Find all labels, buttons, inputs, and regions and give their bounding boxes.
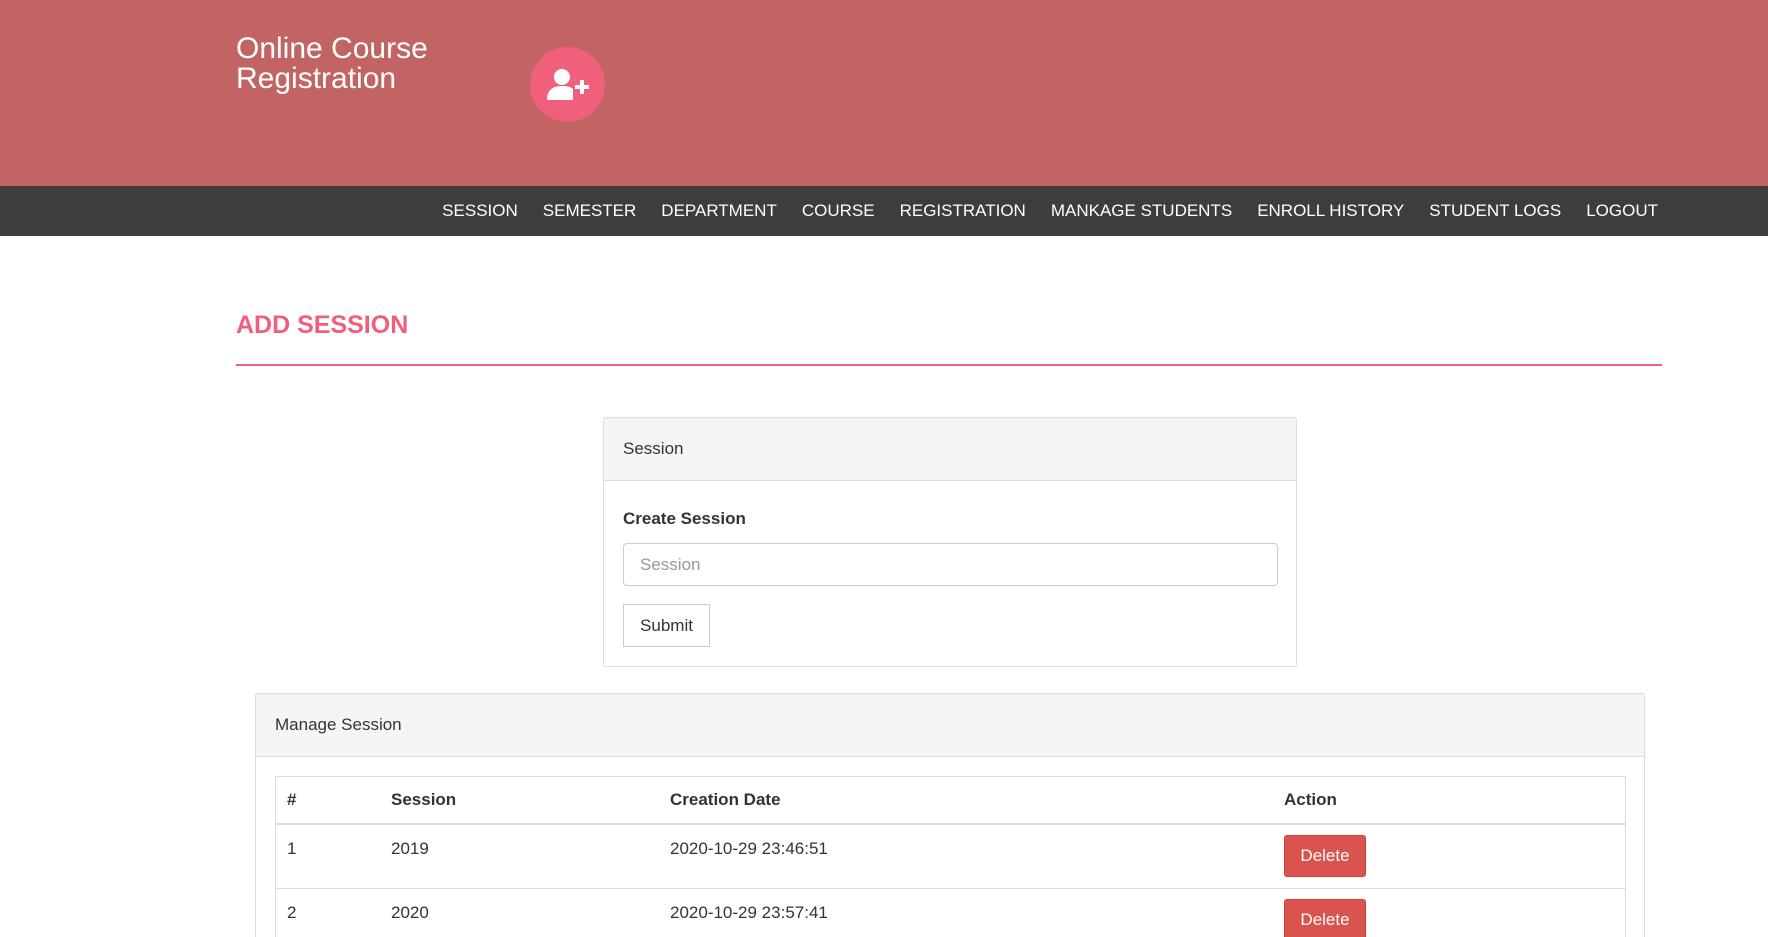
- submit-button[interactable]: Submit: [623, 604, 710, 647]
- row-number: 2: [276, 887, 380, 937]
- table-header-row: # Session Creation Date Action: [276, 777, 1625, 825]
- column-header-session: Session: [380, 777, 659, 825]
- column-header-action: Action: [1273, 777, 1625, 825]
- row-session: 2019: [380, 823, 659, 888]
- table-row: 2 2020 2020-10-29 23:57:41 Delete: [276, 887, 1625, 937]
- row-number: 1: [276, 823, 380, 888]
- nav-item-semester[interactable]: SEMESTER: [543, 201, 637, 221]
- table-row: 1 2019 2020-10-29 23:46:51 Delete: [276, 823, 1625, 888]
- nav-list: SESSION SEMESTER DEPARTMENT COURSE REGIS…: [417, 186, 1658, 236]
- nav-item-enroll-history[interactable]: ENROLL HISTORY: [1257, 201, 1404, 221]
- nav-item-manage-students[interactable]: MANKAGE STUDENTS: [1051, 201, 1232, 221]
- session-form-panel: Session Create Session Submit: [603, 417, 1297, 667]
- create-session-label: Create Session: [623, 509, 746, 528]
- title-divider: [236, 364, 1662, 366]
- column-header-creation-date: Creation Date: [659, 777, 1273, 825]
- brand-line-1: Online Course: [236, 32, 428, 65]
- page-title: ADD SESSION: [236, 311, 409, 339]
- row-action-cell: Delete: [1273, 823, 1625, 888]
- nav-item-student-logs[interactable]: STUDENT LOGS: [1429, 201, 1561, 221]
- session-table: # Session Creation Date Action 1 2019 20…: [276, 777, 1625, 937]
- manage-panel-heading: Manage Session: [256, 694, 1644, 757]
- session-input[interactable]: [623, 543, 1278, 586]
- row-session: 2020: [380, 887, 659, 937]
- manage-session-panel: Manage Session # Session Creation Date A…: [255, 693, 1645, 937]
- session-panel-heading: Session: [604, 418, 1296, 481]
- site-header: Online Course Registration: [0, 0, 1768, 186]
- nav-item-department[interactable]: DEPARTMENT: [661, 201, 777, 221]
- row-creation-date: 2020-10-29 23:46:51: [659, 823, 1273, 888]
- nav-item-session[interactable]: SESSION: [442, 201, 518, 221]
- site-brand[interactable]: Online Course Registration: [236, 34, 466, 94]
- nav-item-registration[interactable]: REGISTRATION: [900, 201, 1026, 221]
- main-nav: SESSION SEMESTER DEPARTMENT COURSE REGIS…: [0, 186, 1768, 236]
- brand-line-2: Registration: [236, 62, 397, 95]
- nav-item-course[interactable]: COURSE: [802, 201, 875, 221]
- delete-button[interactable]: Delete: [1284, 835, 1366, 877]
- user-plus-icon: [546, 68, 589, 100]
- nav-item-logout[interactable]: LOGOUT: [1586, 201, 1658, 221]
- delete-button[interactable]: Delete: [1284, 898, 1366, 937]
- column-header-number: #: [276, 777, 380, 825]
- row-action-cell: Delete: [1273, 887, 1625, 937]
- session-table-wrap: # Session Creation Date Action 1 2019 20…: [275, 776, 1626, 937]
- logo: [530, 47, 605, 122]
- row-creation-date: 2020-10-29 23:57:41: [659, 887, 1273, 937]
